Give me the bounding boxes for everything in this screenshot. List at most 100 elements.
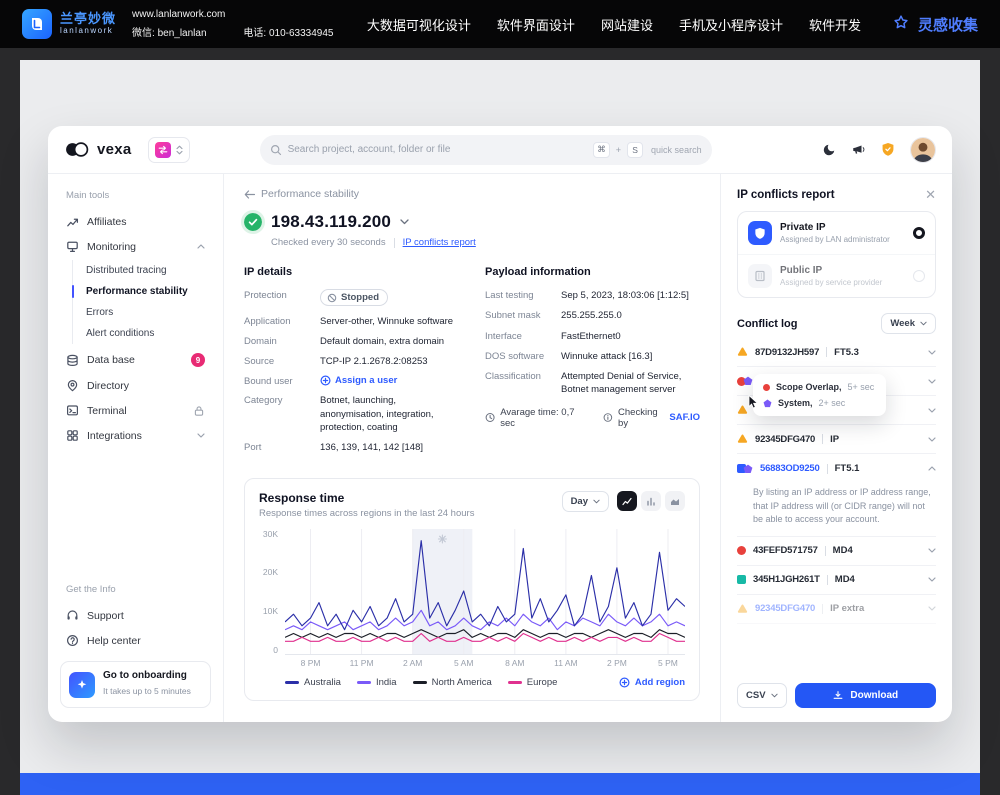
chevron-down-icon[interactable] xyxy=(928,577,936,582)
radio-public-ip-unselected[interactable] xyxy=(913,270,925,282)
phone-text: 电话: 010-63334945 xyxy=(243,24,333,39)
conflict-row-expanded[interactable]: 56883OD9250 FT5.1 xyxy=(737,454,936,483)
y-tick-label: 30K xyxy=(263,529,278,539)
sidebar-item-directory[interactable]: Directory xyxy=(60,373,211,398)
conflict-id-link[interactable]: 92345DFG470 xyxy=(755,603,815,614)
private-ip-icon xyxy=(748,221,772,245)
csv-select[interactable]: CSV xyxy=(737,683,787,708)
conflict-row-muted[interactable]: 92345DFG470 IP extra xyxy=(737,595,936,624)
sidebar-item-support[interactable]: Support xyxy=(60,603,211,628)
average-time-text: Avarage time: 0,7 sec xyxy=(500,407,585,429)
integrations-icon xyxy=(66,429,79,442)
chevron-down-icon xyxy=(197,433,205,438)
onboarding-title: Go to onboarding xyxy=(103,670,191,681)
bottom-accent-bar xyxy=(20,773,980,795)
sidebar-item-integrations[interactable]: Integrations xyxy=(60,423,211,448)
x-tick-label: 5 PM xyxy=(658,658,678,668)
plus-circle-icon xyxy=(619,677,630,688)
legend-swatch xyxy=(357,681,371,684)
announcements-button[interactable] xyxy=(851,142,866,157)
line-chart-icon xyxy=(622,497,632,506)
legend-item: North America xyxy=(413,677,492,688)
sidebar-item-label: Directory xyxy=(87,380,205,392)
nav-software-development[interactable]: 软件开发 xyxy=(809,15,861,34)
conflict-row[interactable]: 92345DFG470 IP xyxy=(737,425,936,454)
sidebar-item-distributed-tracing[interactable]: Distributed tracing xyxy=(73,260,211,281)
conflict-row[interactable]: 43FEFD571757 MD4 xyxy=(737,537,936,566)
nav-mobile-miniprogram-design[interactable]: 手机及小程序设计 xyxy=(679,15,783,34)
lanlan-logo[interactable]: 兰亭妙微 lanlanwork xyxy=(22,9,116,39)
detail-label: Interface xyxy=(485,330,561,342)
sidebar-item-affiliates[interactable]: Affiliates xyxy=(60,209,211,234)
option-private-ip[interactable]: Private IP Assigned by LAN administrator xyxy=(738,212,935,254)
sidebar-item-terminal[interactable]: Terminal xyxy=(60,398,211,423)
inspiration-collect-button[interactable]: 灵感收集 xyxy=(891,14,978,35)
assign-user-link[interactable]: Assign a user xyxy=(320,375,459,386)
conflict-id: 92345DFG470 xyxy=(755,434,815,445)
system-pentagon-icon xyxy=(743,464,753,474)
chevron-down-icon[interactable] xyxy=(928,606,936,611)
ip-type-options: Private IP Assigned by LAN administrator… xyxy=(737,211,936,298)
download-button[interactable]: Download xyxy=(795,683,936,708)
chevron-down-icon[interactable] xyxy=(928,379,936,384)
x-tick-label: 11 AM xyxy=(554,658,577,668)
chart-type-line-button[interactable] xyxy=(617,491,637,511)
sidebar-item-database[interactable]: Data base 9 xyxy=(60,347,211,373)
sidebar-item-help-center[interactable]: Help center xyxy=(60,628,211,653)
chevron-down-icon[interactable] xyxy=(400,219,409,225)
divider xyxy=(827,464,828,474)
add-region-link[interactable]: Add region xyxy=(619,677,685,688)
chevron-down-icon[interactable] xyxy=(928,548,936,553)
conflict-row[interactable]: 345H1JGH261T MD4 xyxy=(737,566,936,595)
legend-item: Europe xyxy=(508,677,558,688)
ip-conflicts-report-link[interactable]: IP conflicts report xyxy=(403,237,476,248)
sidebar-item-performance-stability[interactable]: Performance stability xyxy=(73,281,211,302)
detail-label: Domain xyxy=(244,335,320,347)
user-avatar[interactable] xyxy=(910,137,936,163)
workspace-switcher[interactable] xyxy=(148,137,190,163)
conflict-id-link[interactable]: 56883OD9250 xyxy=(760,463,820,474)
moon-icon xyxy=(822,143,836,157)
cloud-download-icon xyxy=(832,690,844,701)
detail-value: Attempted Denial of Service, Botnet mana… xyxy=(561,370,700,397)
chevron-down-icon[interactable] xyxy=(928,350,936,355)
chart-type-area-button[interactable] xyxy=(665,491,685,511)
megaphone-icon xyxy=(851,142,866,157)
legend-swatch xyxy=(413,681,427,684)
legend-item: Australia xyxy=(285,677,341,688)
detail-label: Application xyxy=(244,315,320,327)
nav-software-ui-design[interactable]: 软件界面设计 xyxy=(497,15,575,34)
log-range-select[interactable]: Week xyxy=(881,313,936,334)
dark-mode-toggle[interactable] xyxy=(822,143,836,157)
option-public-ip[interactable]: Public IP Assigned by service provider xyxy=(738,254,935,297)
chart-type-bar-button[interactable] xyxy=(641,491,661,511)
section-get-info: Get the Info xyxy=(66,584,211,595)
radio-private-ip-selected[interactable] xyxy=(913,227,925,239)
sidebar-item-errors[interactable]: Errors xyxy=(73,302,211,323)
promo-banner: 兰亭妙微 lanlanwork www.lanlanwork.com 微信: b… xyxy=(0,0,1000,48)
detail-value: 255.255.255.0 xyxy=(561,309,700,322)
close-icon[interactable]: ✕ xyxy=(925,188,936,201)
range-select[interactable]: Day xyxy=(562,491,609,512)
global-search[interactable]: ⌘ + S quick search xyxy=(260,135,712,165)
safio-link[interactable]: SAF.IO xyxy=(669,412,700,423)
conflict-icons xyxy=(737,376,753,386)
chevron-down-icon[interactable] xyxy=(928,437,936,442)
conflict-row[interactable]: 87D9132JH597 FT5.3 xyxy=(737,338,936,367)
nav-big-data-visualization[interactable]: 大数据可视化设计 xyxy=(367,15,471,34)
breadcrumb[interactable]: Performance stability xyxy=(244,188,700,200)
chevron-up-icon[interactable] xyxy=(928,466,936,471)
sidebar-item-monitoring[interactable]: Monitoring xyxy=(60,234,211,259)
bar-chart-icon xyxy=(646,497,656,506)
vexa-logo[interactable]: vexa xyxy=(64,141,132,158)
chart-title: Response time xyxy=(259,491,474,505)
nav-website-building[interactable]: 网站建设 xyxy=(601,15,653,34)
chevron-down-icon[interactable] xyxy=(928,408,936,413)
vexa-brand-name: vexa xyxy=(97,141,132,158)
y-axis-labels: 30K20K10K0 xyxy=(259,529,285,655)
sidebar-item-alert-conditions[interactable]: Alert conditions xyxy=(73,323,211,344)
security-button[interactable] xyxy=(881,142,895,157)
quick-search-hint: quick search xyxy=(651,145,702,155)
onboarding-card[interactable]: Go to onboarding It takes up to 5 minute… xyxy=(60,661,211,708)
search-input[interactable] xyxy=(288,144,588,155)
